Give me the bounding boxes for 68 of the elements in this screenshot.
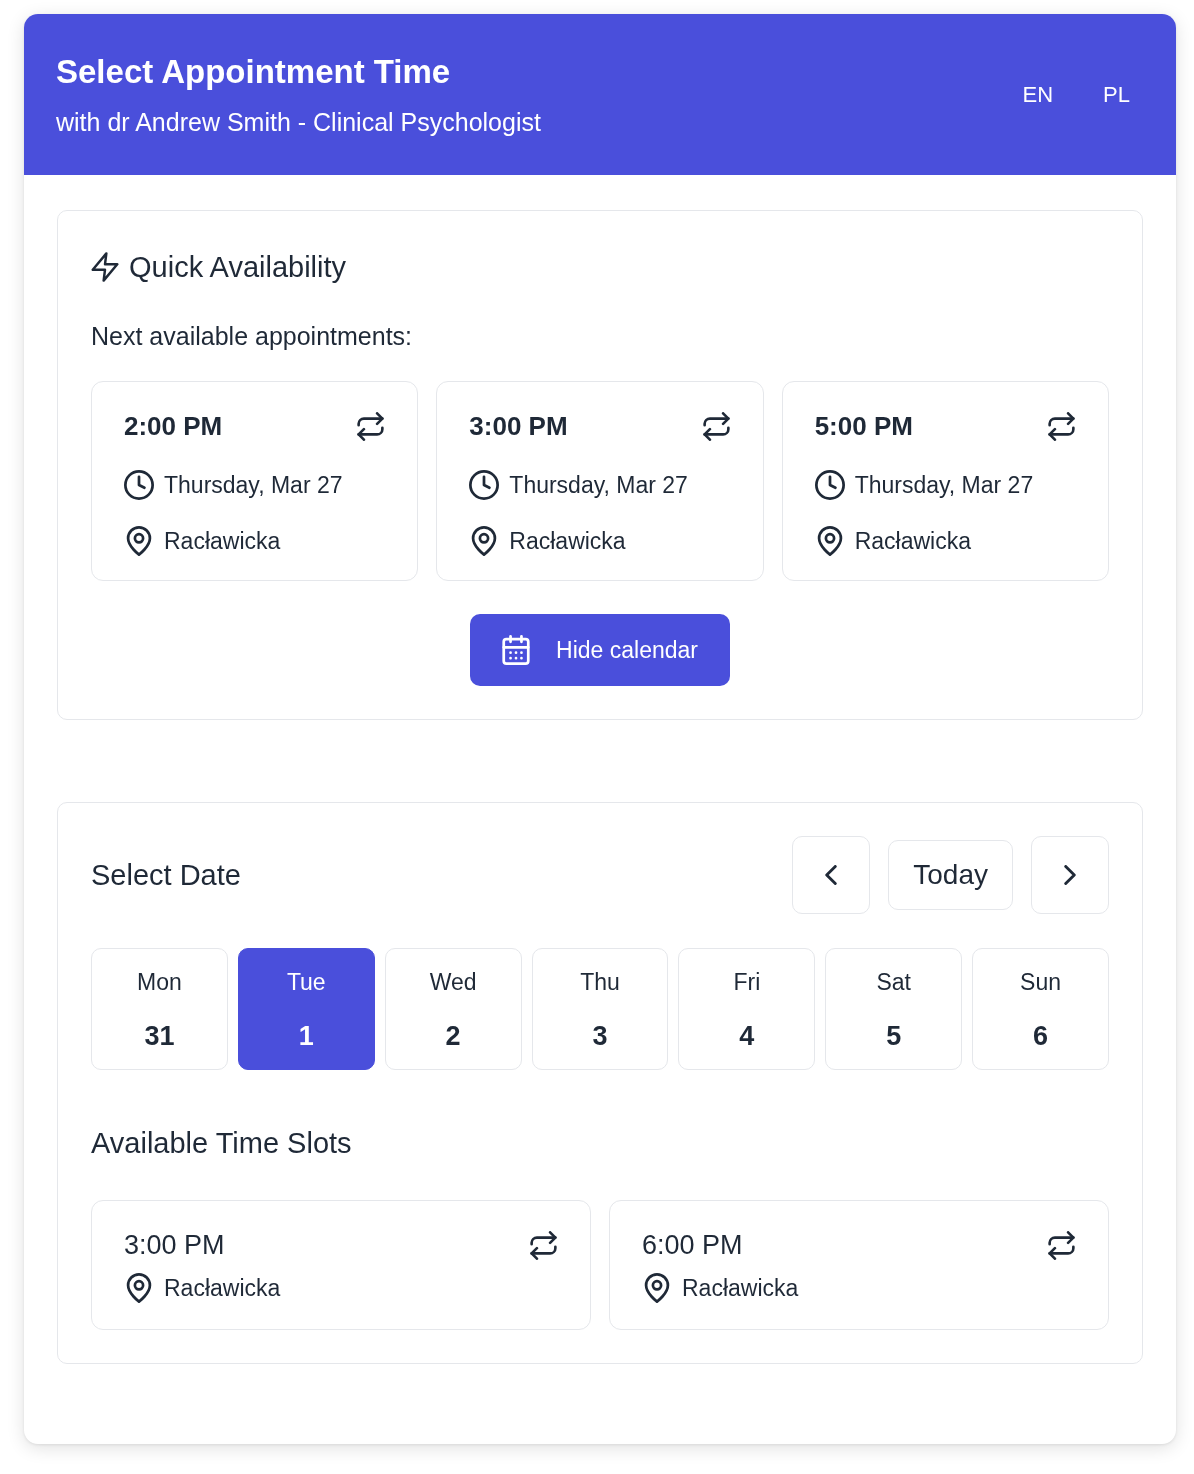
calendar-icon — [502, 635, 531, 665]
weekday-label: Wed — [429, 968, 477, 996]
chevron-right-icon — [1064, 865, 1076, 885]
page-title: Select Appointment Time — [56, 52, 452, 92]
section-title: Quick Availability — [129, 250, 347, 285]
time-slot-card[interactable]: 3:00 PM Racławicka — [91, 1200, 591, 1330]
section-title: Available Time Slots — [91, 1126, 353, 1161]
clock-icon — [469, 470, 500, 500]
section-subtitle: Next available appointments: — [91, 321, 414, 352]
appointment-location: Racławicka — [164, 527, 281, 556]
map-pin-icon — [471, 526, 498, 556]
repeat-icon — [1047, 411, 1076, 441]
slot-location: Racławicka — [682, 1274, 799, 1303]
day-number: 1 — [298, 1020, 314, 1052]
day-tile[interactable]: Sat 5 — [825, 948, 963, 1070]
weekday-label: Thu — [580, 968, 620, 996]
appointment-date: Thursday, Mar 27 — [509, 471, 688, 500]
appointment-card[interactable]: 2:00 PM Thursday, Mar 27 Racławicka — [91, 381, 419, 581]
clock-icon — [124, 470, 154, 500]
appointment-time: 2:00 PM — [124, 410, 223, 443]
weekday-label: Tue — [286, 968, 326, 996]
language-option[interactable]: EN — [1020, 81, 1056, 109]
today-button[interactable]: Today — [888, 840, 1013, 910]
repeat-icon — [356, 411, 386, 441]
page-subtitle: with dr Andrew Smith - Clinical Psychologist — [56, 107, 541, 138]
day-number: 3 — [592, 1020, 608, 1052]
slot-time: 3:00 PM — [124, 1229, 225, 1262]
day-number: 2 — [445, 1020, 461, 1052]
day-tile[interactable]: Fri 4 — [678, 948, 816, 1070]
weekday-label: Mon — [137, 968, 182, 996]
appointment-card[interactable]: 5:00 PM Thursday, Mar 27 Racławicka — [781, 381, 1109, 581]
map-pin-icon — [644, 1273, 670, 1303]
appointment-location: Racławicka — [509, 527, 626, 556]
weekday-label: Fri — [733, 968, 761, 996]
day-number: 4 — [739, 1020, 755, 1052]
language-option[interactable]: PL — [1101, 81, 1132, 109]
appointment-date: Thursday, Mar 27 — [164, 471, 343, 500]
day-tile[interactable]: Sun 6 — [972, 948, 1109, 1070]
previous-button[interactable] — [792, 836, 871, 914]
repeat-icon — [701, 411, 731, 441]
day-tile[interactable]: Tue 1 — [237, 948, 375, 1070]
day-number: 5 — [886, 1020, 902, 1052]
time-slot-card[interactable]: 6:00 PM Racławicka — [609, 1200, 1109, 1330]
day-number: 31 — [144, 1020, 175, 1052]
next-button[interactable] — [1031, 836, 1109, 914]
map-pin-icon — [126, 526, 152, 556]
appointment-time: 5:00 PM — [814, 410, 913, 443]
hide-calendar-button[interactable]: Hide calendar — [470, 614, 730, 686]
appointment-location: Racławicka — [854, 527, 971, 556]
repeat-icon — [1047, 1230, 1076, 1260]
day-tile[interactable]: Mon 31 — [91, 948, 228, 1070]
clock-icon — [814, 470, 845, 500]
map-pin-icon — [126, 1273, 152, 1303]
slot-time: 6:00 PM — [642, 1229, 743, 1262]
section-title: Select Date — [91, 858, 241, 893]
chevron-left-icon — [825, 865, 838, 885]
day-tile[interactable]: Wed 2 — [384, 948, 522, 1070]
appointment-time: 3:00 PM — [469, 410, 568, 443]
slot-location: Racławicka — [164, 1274, 281, 1303]
day-tile[interactable]: Thu 3 — [531, 948, 669, 1070]
appointment-date: Thursday, Mar 27 — [854, 471, 1034, 500]
map-pin-icon — [816, 526, 843, 556]
lightning-icon — [91, 252, 119, 282]
weekday-label: Sun — [1020, 968, 1062, 996]
appointment-card[interactable]: 3:00 PM Thursday, Mar 27 Racławicka — [436, 381, 764, 581]
repeat-icon — [529, 1230, 558, 1260]
day-number: 6 — [1033, 1020, 1049, 1052]
weekday-label: Sat — [876, 968, 911, 996]
